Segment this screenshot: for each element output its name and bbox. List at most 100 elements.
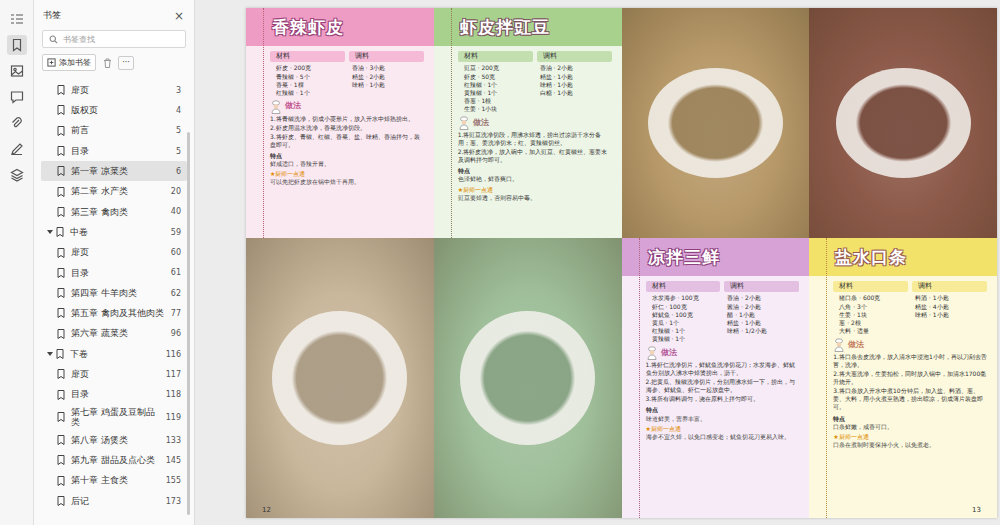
recipe-header: 盐水口条 (809, 238, 997, 276)
bookmark-label: 第五章 禽肉及其他肉类 (71, 306, 167, 321)
bookmark-item[interactable]: 目录 118 (41, 384, 187, 404)
tip-label: ★厨师一点通 (833, 433, 987, 441)
ingredient: 生姜 · 1小块 (464, 105, 536, 113)
bookmark-item[interactable]: 目录 61 (41, 263, 187, 283)
bookmark-item[interactable]: 目录 5 (41, 141, 187, 161)
method-steps: 1.将青椒洗净，切成小菱形片，放入开水中焯熟捞出。2.虾皮用温水洗净，香菜洗净切… (270, 115, 424, 149)
feature-text: 色泽鲜艳，鲜香爽口。 (458, 175, 612, 183)
bookmark-label: 第四章 牛羊肉类 (71, 286, 167, 301)
rail-button[interactable] (7, 165, 27, 185)
tip-text: 海参不宜久焯，以免口感变老；鱿鱼切花刀更易入味。 (646, 433, 800, 441)
bookmark-item[interactable]: 扉页 60 (41, 242, 187, 262)
chef-icon (458, 116, 470, 130)
pdf-reader: 书签 × 书签查找 添加书签 ··· 扉页 3 版权页 4 前言 5 目录 5 … (0, 0, 1000, 525)
bookmark-page: 96 (167, 329, 187, 338)
rail-button[interactable] (7, 87, 27, 107)
bookmark-icon (57, 308, 65, 318)
bookmark-list: 扉页 3 版权页 4 前言 5 目录 5 第一章 凉菜类 6 第二章 水产类 2… (34, 80, 187, 525)
ingredient: 香菜 · 1棵 (276, 81, 348, 89)
bookmark-label: 扉页 (71, 367, 162, 382)
recipe-card: 盐水口条 材料调料 猪口条 · 600克八角 · 3个生姜 · 1块葱 · 2根… (809, 238, 997, 518)
bookmark-label: 第六章 蔬菜类 (71, 326, 167, 341)
rail-button[interactable] (7, 61, 27, 81)
ingredient-table: 虾皮 · 200克青辣椒 · 5个香菜 · 1棵红辣椒 · 1个 香油 · 3小… (270, 62, 424, 96)
bookmark-icon (57, 369, 65, 379)
method-header: 做法 (833, 338, 987, 352)
seasoning: 香油 · 3小匙 (352, 64, 424, 72)
thumbnail-icon (10, 64, 24, 78)
tip-label: ★厨师一点通 (458, 186, 612, 194)
method-header: 做法 (646, 346, 800, 360)
expand-arrow-icon[interactable] (47, 351, 53, 357)
bookmark-label: 第十章 主食类 (71, 473, 162, 488)
bookmark-item[interactable]: 版权页 4 (41, 100, 187, 120)
attachment-icon (10, 116, 24, 130)
method-step: 2.将虾皮洗净，放入碗中，加入豇豆、红黄椒丝、葱姜末及调料拌匀即可。 (458, 148, 612, 164)
bookmark-icon (56, 227, 64, 237)
bookmark-page: 116 (162, 350, 187, 359)
rail-button[interactable] (7, 139, 27, 159)
bookmark-icon (10, 38, 24, 52)
bookmark-item[interactable]: 后记 173 (41, 491, 187, 511)
ingredient: 猪口条 · 600克 (839, 294, 911, 302)
ingredient: 水发海参 · 100克 (652, 294, 724, 302)
bookmark-item[interactable]: 第二章 水产类 20 (41, 181, 187, 201)
method-header: 做法 (458, 116, 612, 130)
scrollbar[interactable] (187, 80, 191, 525)
bookmark-item[interactable]: 第九章 甜品及点心类 145 (41, 450, 187, 470)
dish-photo (246, 238, 434, 518)
dish-photo (434, 238, 622, 518)
bookmark-label: 第九章 甜品及点心类 (71, 453, 162, 468)
ingredient: 八角 · 3个 (839, 303, 911, 311)
bookmark-item[interactable]: 第八章 汤煲类 133 (41, 430, 187, 450)
method-step: 2.虾皮用温水洗净，香菜洗净切段。 (270, 124, 424, 132)
ingredient-table: 猪口条 · 600克八角 · 3个生姜 · 1块葱 · 2根大料 · 适量 料酒… (833, 292, 987, 334)
bookmark-item[interactable]: 第三章 禽肉类 40 (41, 202, 187, 222)
page-number: 12 (260, 506, 273, 514)
bookmark-icon (57, 166, 65, 176)
rail-button[interactable] (7, 113, 27, 133)
bookmark-page: 133 (162, 436, 187, 445)
bookmark-item[interactable]: 中卷 59 (41, 222, 187, 242)
bookmark-item[interactable]: 第七章 鸡蛋及豆制品类 119 (41, 405, 187, 430)
bookmark-item[interactable]: 扉页 117 (41, 364, 187, 384)
more-button[interactable]: ··· (118, 56, 134, 70)
page: 凉拌三鲜 材料调料 水发海参 · 100克虾仁 · 100克鲜鱿鱼 · 100克… (622, 8, 998, 518)
bookmark-icon (57, 455, 65, 465)
bookmark-page: 62 (167, 289, 187, 298)
bookmark-item[interactable]: 第一章 凉菜类 6 (41, 161, 187, 181)
rail-button[interactable] (7, 9, 27, 29)
delete-button[interactable] (100, 56, 114, 70)
bookmark-page: 119 (162, 413, 187, 422)
scrollbar-thumb[interactable] (187, 132, 190, 515)
feature-text: 味道鲜美，营养丰富。 (646, 415, 800, 423)
bookmark-item[interactable]: 第六章 蔬菜类 96 (41, 324, 187, 344)
bookmark-label: 后记 (71, 494, 162, 509)
tip-text: 可以先把虾皮放在锅中焙干再用。 (270, 178, 424, 186)
expand-arrow-icon[interactable] (47, 229, 53, 235)
bookmark-label: 第八章 汤煲类 (71, 433, 162, 448)
bookmark-item[interactable]: 第十章 主食类 155 (41, 471, 187, 491)
recipe-title: 凉拌三鲜 (648, 246, 720, 269)
bookmark-icon (57, 288, 65, 298)
search-icon (49, 35, 58, 44)
rail-button[interactable] (7, 35, 27, 55)
ingredient: 红辣椒 · 1个 (652, 327, 724, 335)
bookmark-item[interactable]: 前言 5 (41, 121, 187, 141)
add-bookmark-button[interactable]: 添加书签 (42, 54, 96, 71)
bookmark-icon (57, 268, 65, 278)
bookmark-label: 中卷 (70, 225, 167, 240)
dish-photo (622, 8, 810, 238)
comment-icon (10, 90, 24, 104)
bookmark-icon (57, 146, 65, 156)
bookmark-item[interactable]: 扉页 3 (41, 80, 187, 100)
bookmark-label: 扉页 (71, 83, 172, 98)
bookmark-item[interactable]: 下卷 116 (41, 344, 187, 364)
chef-icon (833, 338, 845, 352)
bookmark-item[interactable]: 第五章 禽肉及其他肉类 77 (41, 303, 187, 323)
bookmark-search[interactable]: 书签查找 (42, 30, 186, 48)
bookmark-page: 3 (172, 86, 187, 95)
ingredient-header: 材料调料 (646, 281, 800, 292)
bookmark-item[interactable]: 第四章 牛羊肉类 62 (41, 283, 187, 303)
close-button[interactable]: × (172, 10, 186, 22)
